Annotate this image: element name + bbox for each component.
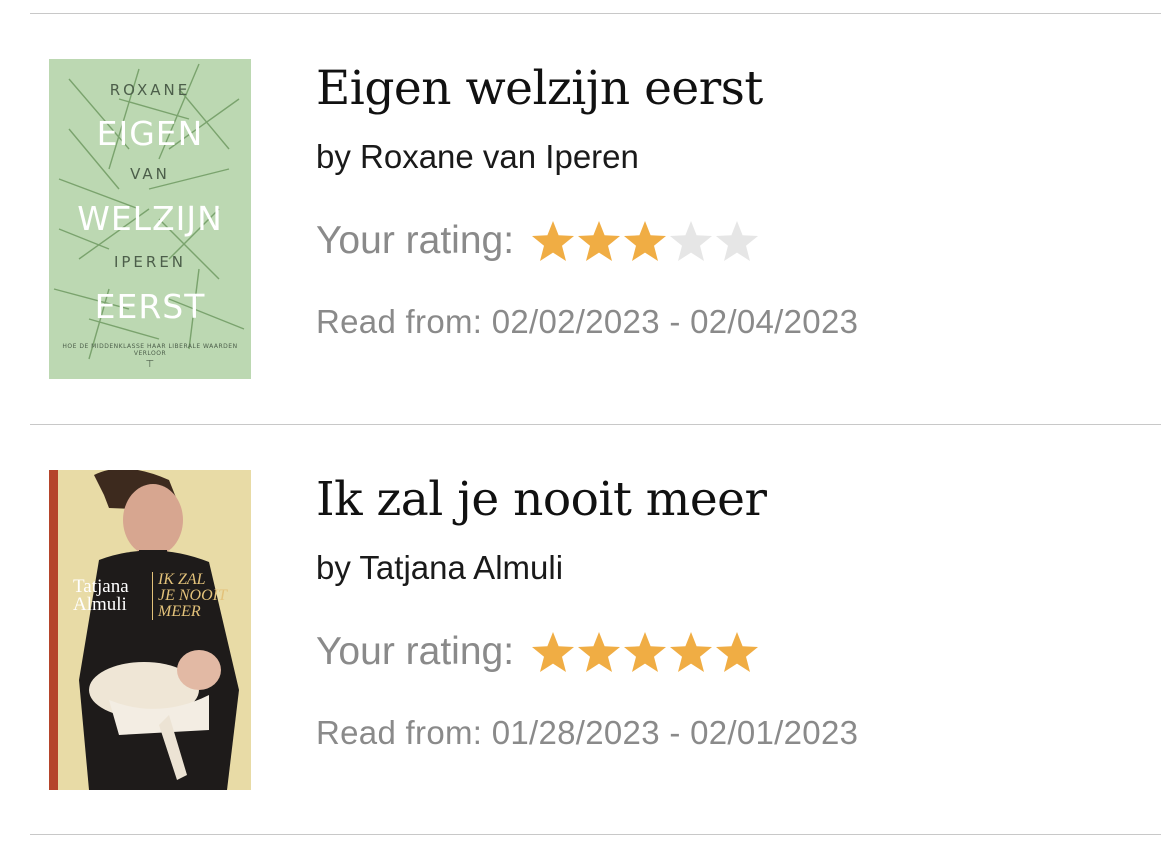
cover-author-last: Almuli bbox=[73, 594, 127, 615]
cover-title-line: IK ZAL bbox=[158, 571, 206, 588]
star-filled-icon[interactable] bbox=[530, 219, 576, 263]
cover-title-line: JE NOOIT bbox=[158, 587, 227, 604]
book-cover[interactable]: Tatjana Almuli IK ZAL JE NOOIT MEER bbox=[49, 470, 251, 790]
read-dates: Read from: 01/28/2023 - 02/01/2023 bbox=[316, 714, 859, 751]
cover-author-last: IPEREN bbox=[113, 253, 187, 271]
publisher-logo-icon: ⊤ bbox=[145, 359, 155, 370]
star-rating[interactable] bbox=[530, 630, 760, 674]
cover-title: IK ZAL JE NOOIT MEER bbox=[152, 572, 227, 620]
cover-title-word: EIGEN bbox=[96, 114, 204, 153]
star-filled-icon[interactable] bbox=[576, 630, 622, 674]
book-author[interactable]: by Tatjana Almuli bbox=[316, 549, 563, 587]
star-filled-icon[interactable] bbox=[622, 219, 668, 263]
cover-subtitle: HOE DE MIDDENKLASSE HAAR LIBERALE WAARDE… bbox=[62, 343, 238, 357]
rating-row: Your rating: bbox=[316, 216, 760, 266]
book-list-item[interactable]: ROXANE EIGEN VAN WELZIJN IPEREN EERST HO… bbox=[0, 13, 1161, 423]
book-title[interactable]: Eigen welzijn eerst bbox=[316, 61, 763, 116]
star-empty-icon[interactable] bbox=[668, 219, 714, 263]
rating-label: Your rating: bbox=[316, 630, 515, 673]
rating-row: Your rating: bbox=[316, 627, 760, 677]
cover-author-first: ROXANE bbox=[109, 81, 191, 99]
book-author[interactable]: by Roxane van Iperen bbox=[316, 138, 639, 176]
bottom-divider bbox=[30, 834, 1161, 835]
star-filled-icon[interactable] bbox=[714, 630, 760, 674]
star-filled-icon[interactable] bbox=[622, 630, 668, 674]
portrait-photo bbox=[58, 470, 251, 790]
cover-spine-overlay bbox=[49, 470, 58, 790]
rating-label: Your rating: bbox=[316, 219, 515, 262]
star-filled-icon[interactable] bbox=[668, 630, 714, 674]
read-dates: Read from: 02/02/2023 - 02/04/2023 bbox=[316, 303, 859, 340]
cover-title-line: MEER bbox=[158, 603, 201, 620]
star-empty-icon[interactable] bbox=[714, 219, 760, 263]
book-title[interactable]: Ik zal je nooit meer bbox=[316, 472, 767, 527]
cover-author-middle: VAN bbox=[130, 165, 170, 183]
book-list-item[interactable]: Tatjana Almuli IK ZAL JE NOOIT MEER Ik z… bbox=[0, 424, 1161, 834]
star-rating[interactable] bbox=[530, 219, 760, 263]
cover-author-name: Tatjana Almuli bbox=[73, 577, 129, 615]
star-filled-icon[interactable] bbox=[530, 630, 576, 674]
cover-title-word: WELZIJN bbox=[77, 199, 223, 238]
book-cover[interactable]: ROXANE EIGEN VAN WELZIJN IPEREN EERST HO… bbox=[49, 59, 251, 379]
star-filled-icon[interactable] bbox=[576, 219, 622, 263]
cover-title-word: EERST bbox=[94, 287, 206, 326]
